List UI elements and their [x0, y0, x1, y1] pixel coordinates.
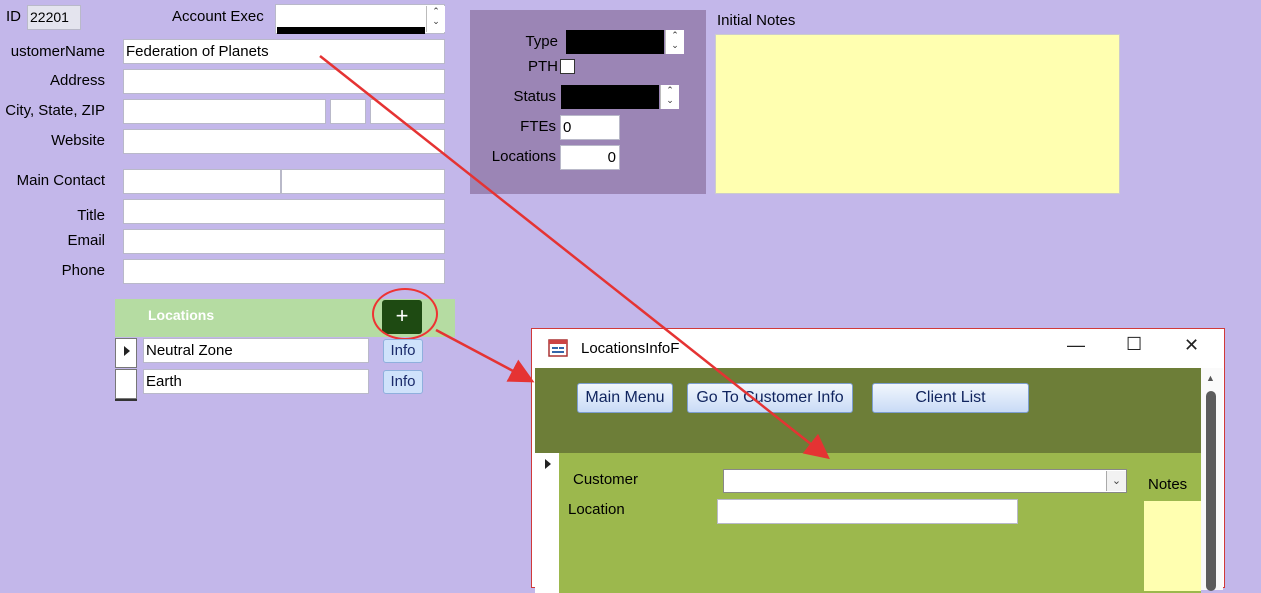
status-combo[interactable] — [561, 85, 659, 109]
location-field[interactable] — [717, 499, 1018, 524]
email-field[interactable] — [123, 229, 445, 254]
customer-name-field[interactable]: Federation of Planets — [123, 39, 445, 64]
title-label: Title — [77, 207, 105, 224]
scroll-up-arrow-icon[interactable]: ▲ — [1206, 373, 1215, 383]
annotation-arrow-window — [435, 328, 535, 383]
main-menu-button[interactable]: Main Menu — [577, 383, 673, 413]
zip-field[interactable] — [370, 99, 445, 124]
website-label: Website — [51, 132, 105, 149]
annotation-circle — [372, 288, 438, 340]
pth-checkbox[interactable] — [560, 59, 575, 74]
status-label: Status — [513, 88, 556, 105]
maximize-button[interactable]: ☐ — [1126, 334, 1142, 355]
go-to-customer-info-button[interactable]: Go To Customer Info — [687, 383, 853, 413]
state-field[interactable] — [330, 99, 366, 124]
notes-label: Notes — [1148, 476, 1188, 493]
record-selector-arrow-icon — [124, 346, 130, 356]
locations-info-window: LocationsInfoF — ☐ ✕ Main Menu Go To Cus… — [531, 328, 1225, 593]
city-state-zip-label: City, State, ZIP — [5, 102, 105, 119]
locations-title: Locations — [148, 307, 215, 323]
email-label: Email — [67, 232, 105, 249]
customer-name-label: ustomerName — [10, 43, 105, 60]
initial-notes-label: Initial Notes — [717, 12, 796, 29]
type-label: Type — [525, 33, 558, 50]
spinner-icon[interactable]: ⌃ ⌄ — [426, 6, 445, 32]
window-title: LocationsInfoF — [581, 340, 680, 357]
title-field[interactable] — [123, 199, 445, 224]
locations-count-label: Locations — [491, 148, 556, 165]
address-field[interactable] — [123, 69, 445, 94]
location-label: Location — [568, 501, 625, 518]
location-info-button[interactable]: Info — [383, 339, 423, 363]
initial-notes-field[interactable] — [715, 34, 1120, 194]
ftes-field[interactable]: 0 — [560, 115, 620, 140]
spinner-icon[interactable]: ⌃ ⌄ — [665, 30, 684, 54]
main-contact-last-field[interactable] — [281, 169, 445, 194]
record-selector-arrow-icon[interactable] — [115, 338, 137, 368]
minimize-button[interactable]: — — [1067, 335, 1085, 356]
id-label: ID — [6, 8, 21, 25]
record-selector-bottom — [115, 399, 137, 401]
website-field[interactable] — [123, 129, 445, 154]
record-selector-arrow-icon — [545, 459, 551, 469]
customer-label: Customer — [573, 471, 639, 488]
location-name-field[interactable]: Neutral Zone — [143, 338, 369, 363]
main-contact-first-field[interactable] — [123, 169, 281, 194]
record-selector[interactable] — [115, 369, 137, 399]
account-exec-redaction — [277, 27, 425, 34]
record-selector[interactable] — [535, 453, 560, 593]
scrollbar-thumb[interactable] — [1206, 391, 1216, 591]
locations-count-field[interactable]: 0 — [560, 145, 620, 170]
phone-label: Phone — [61, 262, 105, 279]
close-button[interactable]: ✕ — [1184, 335, 1199, 356]
id-field[interactable]: 22201 — [27, 5, 81, 30]
form-icon — [548, 339, 568, 357]
account-exec-label: Account Exec — [172, 8, 264, 25]
type-combo[interactable] — [566, 30, 664, 54]
dropdown-arrow-icon[interactable]: ⌄ — [1106, 471, 1126, 491]
location-info-button[interactable]: Info — [383, 370, 423, 394]
city-field[interactable] — [123, 99, 326, 124]
ftes-label: FTEs — [520, 118, 556, 135]
location-name-field[interactable]: Earth — [143, 369, 369, 394]
phone-field[interactable] — [123, 259, 445, 284]
customer-combo[interactable] — [723, 469, 1127, 493]
spinner-icon[interactable]: ⌃ ⌄ — [660, 85, 679, 109]
client-list-button[interactable]: Client List — [872, 383, 1029, 413]
pth-label: PTH — [528, 58, 558, 75]
notes-field[interactable] — [1144, 501, 1201, 591]
address-label: Address — [49, 72, 105, 89]
main-contact-label: Main Contact — [16, 172, 105, 189]
